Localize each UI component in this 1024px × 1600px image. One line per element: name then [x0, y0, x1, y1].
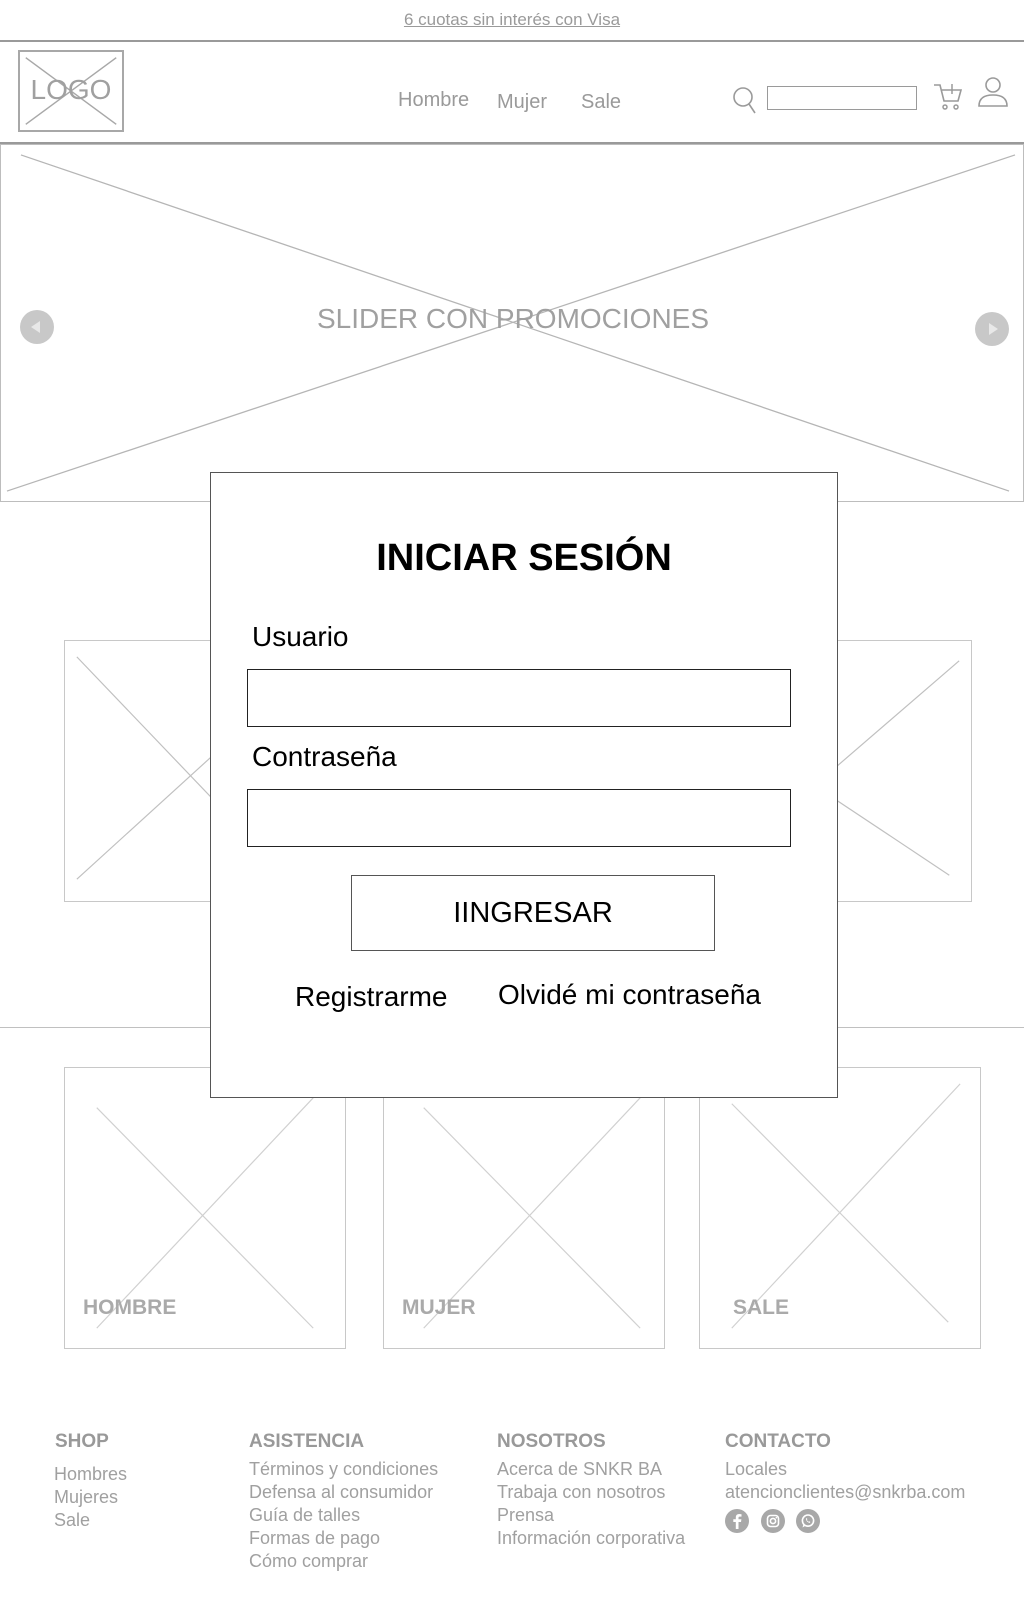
hero-slider: SLIDER CON PROMOCIONES	[0, 144, 1024, 502]
arrow-right-icon	[989, 323, 998, 335]
instagram-icon[interactable]	[761, 1509, 785, 1533]
footer-link[interactable]: atencionclientes@snkrba.com	[725, 1481, 965, 1504]
slider-next-button[interactable]	[975, 312, 1009, 346]
search-icon[interactable]	[732, 86, 758, 116]
footer-list-shop: Hombres Mujeres Sale	[54, 1463, 127, 1532]
login-button[interactable]: IINGRESAR	[351, 875, 715, 951]
footer-link[interactable]: Cómo comprar	[249, 1550, 438, 1573]
username-label: Usuario	[252, 621, 349, 652]
cart-icon[interactable]	[932, 82, 964, 112]
footer-list-asistencia: Términos y condiciones Defensa al consum…	[249, 1458, 438, 1573]
nav-item-sale[interactable]: Sale	[581, 91, 621, 114]
logo-text: LOGO	[30, 74, 112, 105]
footer-list-contacto: Locales atencionclientes@snkrba.com	[725, 1458, 965, 1504]
footer-link[interactable]: Formas de pago	[249, 1527, 438, 1550]
password-field[interactable]	[247, 789, 791, 847]
facebook-icon[interactable]	[725, 1509, 749, 1533]
user-icon[interactable]	[977, 76, 1009, 108]
footer-link[interactable]: Sale	[54, 1509, 127, 1532]
site-footer: SHOP Hombres Mujeres Sale ASISTENCIA Tér…	[0, 1385, 1024, 1600]
footer-heading-shop: SHOP	[55, 1431, 109, 1452]
nav-item-mujer[interactable]: Mujer	[497, 91, 547, 114]
footer-link[interactable]: Guía de talles	[249, 1504, 438, 1527]
username-field[interactable]	[247, 669, 791, 727]
footer-link[interactable]: Locales	[725, 1458, 965, 1481]
category-card-sale[interactable]: SALE	[699, 1067, 981, 1349]
site-header: LOGO Hombre Mujer Sale	[0, 42, 1024, 144]
password-label: Contraseña	[252, 741, 397, 772]
featured-product-image[interactable]	[64, 640, 224, 902]
category-card-hombre[interactable]: HOMBRE	[64, 1067, 346, 1349]
nav-item-hombre[interactable]: Hombre	[398, 89, 469, 112]
footer-link[interactable]: Términos y condiciones	[249, 1458, 438, 1481]
slider-prev-button[interactable]	[20, 310, 54, 344]
footer-heading-contacto: CONTACTO	[725, 1431, 831, 1452]
hero-label: SLIDER CON PROMOCIONES	[316, 303, 710, 334]
modal-title: INICIAR SESIÓN	[376, 537, 672, 579]
promo-bar: 6 cuotas sin interés con Visa	[0, 0, 1024, 42]
category-label: HOMBRE	[83, 1296, 177, 1319]
footer-link[interactable]: Prensa	[497, 1504, 685, 1527]
logo[interactable]: LOGO	[18, 50, 124, 132]
footer-list-nosotros: Acerca de SNKR BA Trabaja con nosotros P…	[497, 1458, 685, 1550]
login-modal: INICIAR SESIÓN Usuario Contraseña IINGRE…	[210, 472, 838, 1098]
footer-link[interactable]: Información corporativa	[497, 1527, 685, 1550]
footer-heading-nosotros: NOSOTROS	[497, 1431, 606, 1452]
whatsapp-icon[interactable]	[796, 1509, 820, 1533]
forgot-password-link[interactable]: Olvidé mi contraseña	[498, 979, 761, 1011]
promo-link[interactable]: 6 cuotas sin interés con Visa	[0, 10, 1024, 30]
arrow-left-icon	[31, 321, 40, 333]
footer-link[interactable]: Acerca de SNKR BA	[497, 1458, 685, 1481]
footer-heading-asistencia: ASISTENCIA	[249, 1431, 365, 1452]
footer-link[interactable]: Trabaja con nosotros	[497, 1481, 685, 1504]
category-label: SALE	[733, 1296, 790, 1319]
footer-link[interactable]: Defensa al consumidor	[249, 1481, 438, 1504]
category-card-mujer[interactable]: MUJER	[383, 1067, 665, 1349]
register-link[interactable]: Registrarme	[295, 981, 447, 1013]
footer-link[interactable]: Hombres	[54, 1463, 127, 1486]
category-label: MUJER	[402, 1296, 476, 1319]
search-input[interactable]	[767, 86, 917, 110]
featured-product-image[interactable]	[820, 640, 972, 902]
footer-link[interactable]: Mujeres	[54, 1486, 127, 1509]
